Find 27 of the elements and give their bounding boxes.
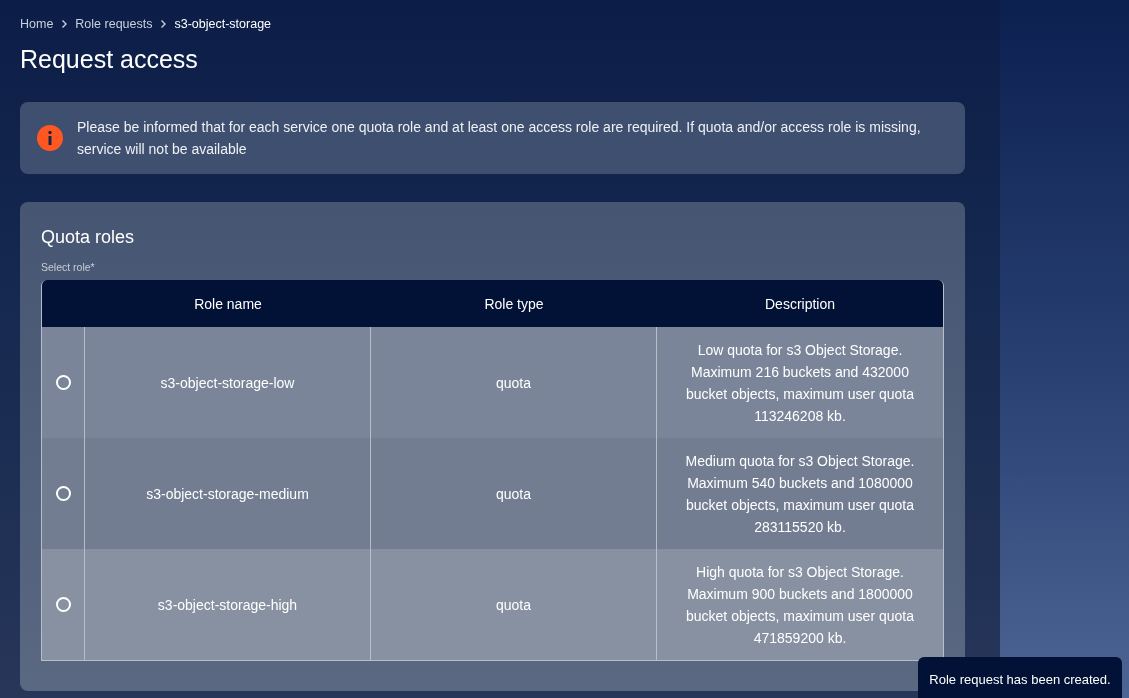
page-title: Request access bbox=[20, 44, 199, 75]
table-cell-text: Medium quota for s3 Object Storage. Maximum 540 buckets and 1080000 bucket objects, maximum user quota 283115520 kb. bbox=[684, 451, 916, 537]
breadcrumb-link[interactable]: Home bbox=[20, 17, 54, 31]
table-row[interactable]: s3-object-storage-medium quota Medium quota for s3 Object Storage. Maximum 540 buckets and 1080000 bucket objects, maximum user quota 283115520 kb. bbox=[42, 438, 943, 549]
table-cell-text: s3-object-storage-high bbox=[157, 595, 298, 615]
breadcrumb-link[interactable]: Role requests bbox=[75, 17, 153, 31]
radio-button[interactable] bbox=[55, 486, 71, 501]
table-cell-text: quota bbox=[495, 595, 531, 615]
table-cell-text: Low quota for s3 Object Storage. Maximum 216 buckets and 432000 bucket objects, maximum user quota 113246208 kb. bbox=[685, 340, 915, 426]
table-cell-text: s3-object-storage-low bbox=[160, 373, 295, 393]
section-title: Quota roles bbox=[41, 226, 136, 248]
info-icon bbox=[37, 125, 63, 151]
table-cell-text: quota bbox=[495, 484, 531, 504]
table-row[interactable]: s3-object-storage-low quota Low quota for s3 Object Storage. Maximum 216 buckets and 432000 bucket objects, maximum user quota 113246208 kb. bbox=[42, 327, 943, 438]
radio-button[interactable] bbox=[55, 597, 71, 612]
table-cell-text: quota bbox=[495, 373, 531, 393]
breadcrumb-current: s3-object-storage bbox=[174, 17, 272, 31]
column-header: Role type bbox=[483, 294, 545, 314]
table-cell-text: High quota for s3 Object Storage. Maximum 900 buckets and 1800000 bucket objects, maximum user quota 471859200 kb. bbox=[685, 562, 915, 648]
radio-button[interactable] bbox=[55, 375, 71, 390]
toast-notification: Role request has been created. bbox=[918, 657, 1122, 698]
column-header: Description bbox=[764, 294, 836, 314]
table-row[interactable]: s3-object-storage-high quota High quota for s3 Object Storage. Maximum 900 buckets and 1800000 bucket objects, maximum user quota 471859200 kb. bbox=[42, 549, 943, 660]
field-label: Select role* bbox=[41, 261, 96, 274]
table-cell-text: s3-object-storage-medium bbox=[146, 484, 309, 504]
alert-message: Please be informed that for each service one quota role and at least one access role are required. If quota and/or access role is missing, service will not be available bbox=[77, 118, 922, 159]
column-header: Role name bbox=[193, 294, 263, 314]
